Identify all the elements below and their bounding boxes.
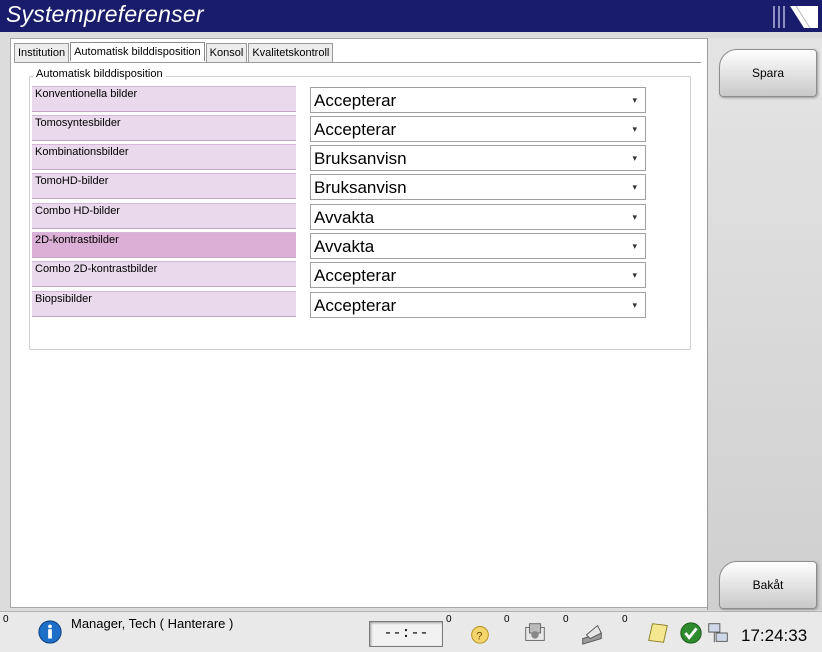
select-value: Avvakta (314, 237, 375, 256)
clock: 17:24:33 (741, 626, 808, 645)
status-ok-icon[interactable] (677, 620, 705, 646)
dropdown-arrow-icon: ▾ (632, 182, 637, 192)
window-grip-icon[interactable] (770, 4, 820, 30)
dropdown-arrow-icon: ▾ (632, 124, 637, 134)
row-label-combo-2d-kontrast: Combo 2D-kontrastbilder (32, 261, 296, 287)
disposition-select-kombinations[interactable]: Bruksanvisn ▾ (310, 145, 646, 171)
disposition-select-konventionella[interactable]: Accepterar ▾ (310, 87, 646, 113)
title-bar: Systempreferenser (0, 0, 822, 32)
help-count: 0 (446, 614, 452, 625)
dropdown-arrow-icon: ▾ (632, 300, 637, 310)
notes-icon[interactable] (644, 620, 672, 646)
disposition-select-2d-kontrast[interactable]: Avvakta ▾ (310, 233, 646, 259)
row-label-tomosyntes: Tomosyntesbilder (32, 115, 296, 141)
output-count: 0 (622, 614, 628, 625)
dropdown-arrow-icon: ▾ (632, 241, 637, 251)
row-label-kombinations: Kombinationsbilder (32, 144, 296, 170)
select-value: Accepterar (314, 296, 397, 315)
network-icon[interactable] (704, 620, 732, 646)
dropdown-arrow-icon: ▾ (632, 153, 637, 163)
svg-text:?: ? (476, 631, 482, 643)
disposition-select-tomosyntes[interactable]: Accepterar ▾ (310, 116, 646, 142)
back-button[interactable]: Bakåt (719, 561, 817, 609)
tab-divider (14, 62, 701, 63)
dropdown-arrow-icon: ▾ (632, 270, 637, 280)
row-label-2d-kontrast: 2D-kontrastbilder (32, 232, 296, 258)
dropdown-arrow-icon: ▾ (632, 95, 637, 105)
select-value: Avvakta (314, 208, 375, 227)
tab-institution[interactable]: Institution (14, 43, 70, 62)
window-title: Systempreferenser (6, 1, 204, 27)
queue-count: 0 (504, 614, 510, 625)
row-label-combo-hd: Combo HD-bilder (32, 203, 296, 229)
printer-icon[interactable] (578, 620, 606, 646)
timer-display: --:-- (369, 621, 443, 647)
disposition-select-combo-2d-kontrast[interactable]: Accepterar ▾ (310, 262, 646, 288)
select-value: Accepterar (314, 266, 397, 285)
tab-automatisk-bilddisposition[interactable]: Automatisk bilddisposition (70, 42, 205, 61)
select-value: Bruksanvisn (314, 149, 407, 168)
row-label-konventionella: Konventionella bilder (32, 86, 296, 112)
settings-panel: Institution Automatisk bilddisposition K… (10, 38, 708, 608)
tab-kvalitetskontroll[interactable]: Kvalitetskontroll (248, 43, 334, 62)
dropdown-arrow-icon: ▾ (632, 212, 637, 222)
row-label-tomohd: TomoHD-bilder (32, 173, 296, 199)
group-title: Automatisk bilddisposition (33, 68, 166, 80)
image-queue-icon[interactable] (521, 620, 549, 646)
disposition-select-combo-hd[interactable]: Avvakta ▾ (310, 204, 646, 230)
print-count: 0 (563, 614, 569, 625)
save-button[interactable]: Spara (719, 49, 817, 97)
info-count: 0 (3, 614, 9, 625)
disposition-select-tomohd[interactable]: Bruksanvisn ▾ (310, 174, 646, 200)
disposition-select-biopsi[interactable]: Accepterar ▾ (310, 292, 646, 318)
select-value: Accepterar (314, 120, 397, 139)
tab-konsol[interactable]: Konsol (205, 43, 248, 62)
right-rail (707, 38, 822, 610)
row-label-biopsi: Biopsibilder (32, 291, 296, 317)
select-value: Accepterar (314, 91, 397, 110)
user-name[interactable]: Manager, Tech ( Hanterare ) (71, 616, 233, 631)
select-value: Bruksanvisn (314, 178, 407, 197)
tab-strip: Institution Automatisk bilddisposition K… (14, 42, 334, 62)
help-icon[interactable]: ? (466, 620, 494, 646)
info-icon[interactable] (36, 619, 64, 645)
